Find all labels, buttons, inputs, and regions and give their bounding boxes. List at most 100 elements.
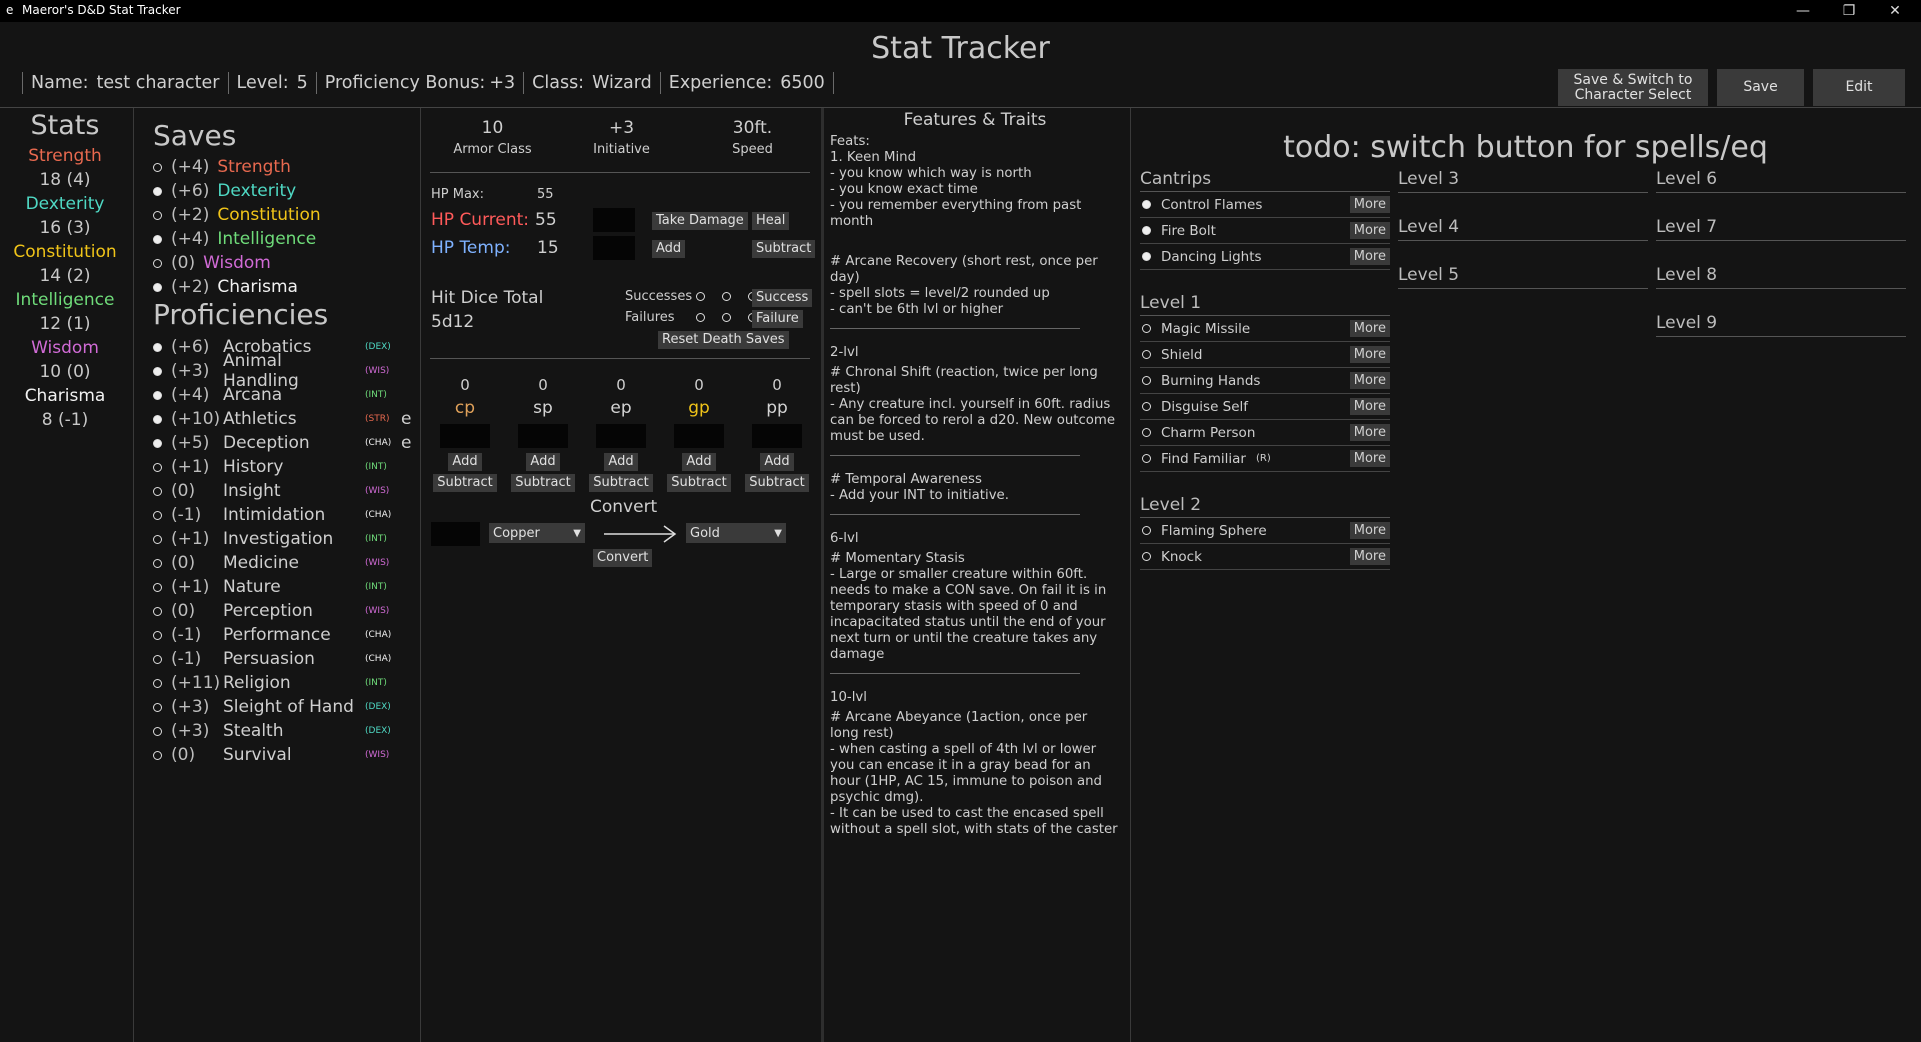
convert-amount-input[interactable] <box>431 522 480 546</box>
hp-temp-label: HP Temp: <box>431 238 511 258</box>
coin-add-button[interactable]: Add <box>604 453 638 471</box>
minimize-icon[interactable]: — <box>1780 0 1826 22</box>
reset-death-saves-button[interactable]: Reset Death Saves <box>658 331 789 349</box>
proficiency-toggle[interactable] <box>153 414 162 424</box>
proficiency-toggle[interactable] <box>153 210 162 220</box>
convert-from-select[interactable]: Copper ▼ <box>489 523 585 543</box>
spell-more-button[interactable]: More <box>1349 372 1390 389</box>
coin-subtract-button[interactable]: Subtract <box>511 474 575 492</box>
spell-more-button[interactable]: More <box>1349 424 1390 441</box>
spell-prepared-toggle[interactable] <box>1142 454 1151 463</box>
coin-add-button[interactable]: Add <box>682 453 716 471</box>
spell-prepared-toggle[interactable] <box>1142 350 1151 359</box>
proficiency-toggle[interactable] <box>153 582 162 592</box>
close-icon[interactable]: ✕ <box>1872 0 1918 22</box>
spell-more-button[interactable]: More <box>1349 522 1390 539</box>
skill-name: Athletics <box>223 409 297 429</box>
spell-prepared-toggle[interactable] <box>1142 526 1151 535</box>
spell-prepared-toggle[interactable] <box>1142 252 1151 261</box>
coin-input[interactable] <box>596 424 646 448</box>
proficiency-toggle[interactable] <box>153 678 162 688</box>
success-button[interactable]: Success <box>752 289 813 307</box>
temp-subtract-button[interactable]: Subtract <box>752 240 816 258</box>
hp-change-input[interactable] <box>593 208 635 232</box>
stat-name: Wisdom <box>31 338 99 358</box>
proficiency-toggle[interactable] <box>153 234 162 244</box>
stat-value: 18 (4) <box>39 170 91 190</box>
coin-subtract-button[interactable]: Subtract <box>589 474 653 492</box>
spell-prepared-toggle[interactable] <box>1142 552 1151 561</box>
skill-name: Nature <box>223 577 281 597</box>
proficiency-toggle[interactable] <box>153 462 162 472</box>
proficiency-toggle[interactable] <box>153 162 162 172</box>
failure-check[interactable] <box>696 313 705 322</box>
save-button[interactable]: Save <box>1717 69 1804 106</box>
skill-ability: (INT) <box>365 582 387 592</box>
coin-input[interactable] <box>440 424 490 448</box>
failure-button[interactable]: Failure <box>752 310 803 328</box>
spell-prepared-toggle[interactable] <box>1142 200 1151 209</box>
heal-button[interactable]: Heal <box>752 212 790 230</box>
proficiency-toggle[interactable] <box>153 558 162 568</box>
proficiency-toggle[interactable] <box>153 750 162 760</box>
spell-prepared-toggle[interactable] <box>1142 428 1151 437</box>
skill-row: (+10) Athletics (STR) e <box>153 407 411 431</box>
failure-check[interactable] <box>722 313 731 322</box>
character-class: Wizard <box>592 73 652 93</box>
proficiency-toggle[interactable] <box>153 630 162 640</box>
spell-more-button[interactable]: More <box>1349 398 1390 415</box>
coin-input[interactable] <box>518 424 568 448</box>
coin-subtract-button[interactable]: Subtract <box>433 474 497 492</box>
coin-add-button[interactable]: Add <box>448 453 482 471</box>
coin-subtract-button[interactable]: Subtract <box>745 474 809 492</box>
convert-button[interactable]: Convert <box>593 549 653 567</box>
success-check[interactable] <box>696 292 705 301</box>
edit-button[interactable]: Edit <box>1813 69 1905 106</box>
spell-prepared-toggle[interactable] <box>1142 226 1151 235</box>
hp-temp-input[interactable] <box>593 236 635 260</box>
coin-input[interactable] <box>674 424 724 448</box>
spell-prepared-toggle[interactable] <box>1142 402 1151 411</box>
skill-row: (-1) Intimidation (CHA) <box>153 503 411 527</box>
spell-name: Flaming Sphere <box>1161 522 1267 539</box>
spell-more-button[interactable]: More <box>1349 320 1390 337</box>
spell-more-button[interactable]: More <box>1349 346 1390 363</box>
proficiency-toggle[interactable] <box>153 258 162 268</box>
spell-more-button[interactable]: More <box>1349 222 1390 239</box>
features-text: Feats: 1. Keen Mind - you know which way i… <box>830 134 1120 838</box>
proficiency-toggle[interactable] <box>153 510 162 520</box>
coin-add-button[interactable]: Add <box>760 453 794 471</box>
proficiency-toggle[interactable] <box>153 702 162 712</box>
coin-subtract-button[interactable]: Subtract <box>667 474 731 492</box>
spell-more-button[interactable]: More <box>1349 196 1390 213</box>
proficiency-toggle[interactable] <box>153 282 162 292</box>
spell-more-button[interactable]: More <box>1349 248 1390 265</box>
proficiency-toggle[interactable] <box>153 438 162 448</box>
skill-ability: (WIS) <box>365 606 390 616</box>
success-check[interactable] <box>722 292 731 301</box>
coin-input[interactable] <box>752 424 802 448</box>
restore-icon[interactable]: ❐ <box>1826 0 1872 22</box>
temp-add-button[interactable]: Add <box>652 240 686 258</box>
proficiency-toggle[interactable] <box>153 366 162 376</box>
proficiency-toggle[interactable] <box>153 390 162 400</box>
skill-ability: (CHA) <box>365 654 392 664</box>
spell-more-button[interactable]: More <box>1349 450 1390 467</box>
proficiency-toggle[interactable] <box>153 342 162 352</box>
take-damage-button[interactable]: Take Damage <box>652 212 748 230</box>
spell-more-button[interactable]: More <box>1349 548 1390 565</box>
spell-row: Charm Person More <box>1140 420 1390 446</box>
coin-add-button[interactable]: Add <box>526 453 560 471</box>
proficiency-toggle[interactable] <box>153 486 162 496</box>
spell-prepared-toggle[interactable] <box>1142 324 1151 333</box>
proficiency-toggle[interactable] <box>153 534 162 544</box>
proficiency-toggle[interactable] <box>153 186 162 196</box>
proficiency-toggle[interactable] <box>153 726 162 736</box>
proficiency-toggle[interactable] <box>153 606 162 616</box>
divider <box>523 72 525 94</box>
spell-prepared-toggle[interactable] <box>1142 376 1151 385</box>
proficiency-toggle[interactable] <box>153 654 162 664</box>
convert-to-select[interactable]: Gold ▼ <box>686 523 786 543</box>
hp-temp-value: 15 <box>537 238 559 258</box>
save-switch-button[interactable]: Save & Switch to Character Select <box>1558 69 1708 106</box>
